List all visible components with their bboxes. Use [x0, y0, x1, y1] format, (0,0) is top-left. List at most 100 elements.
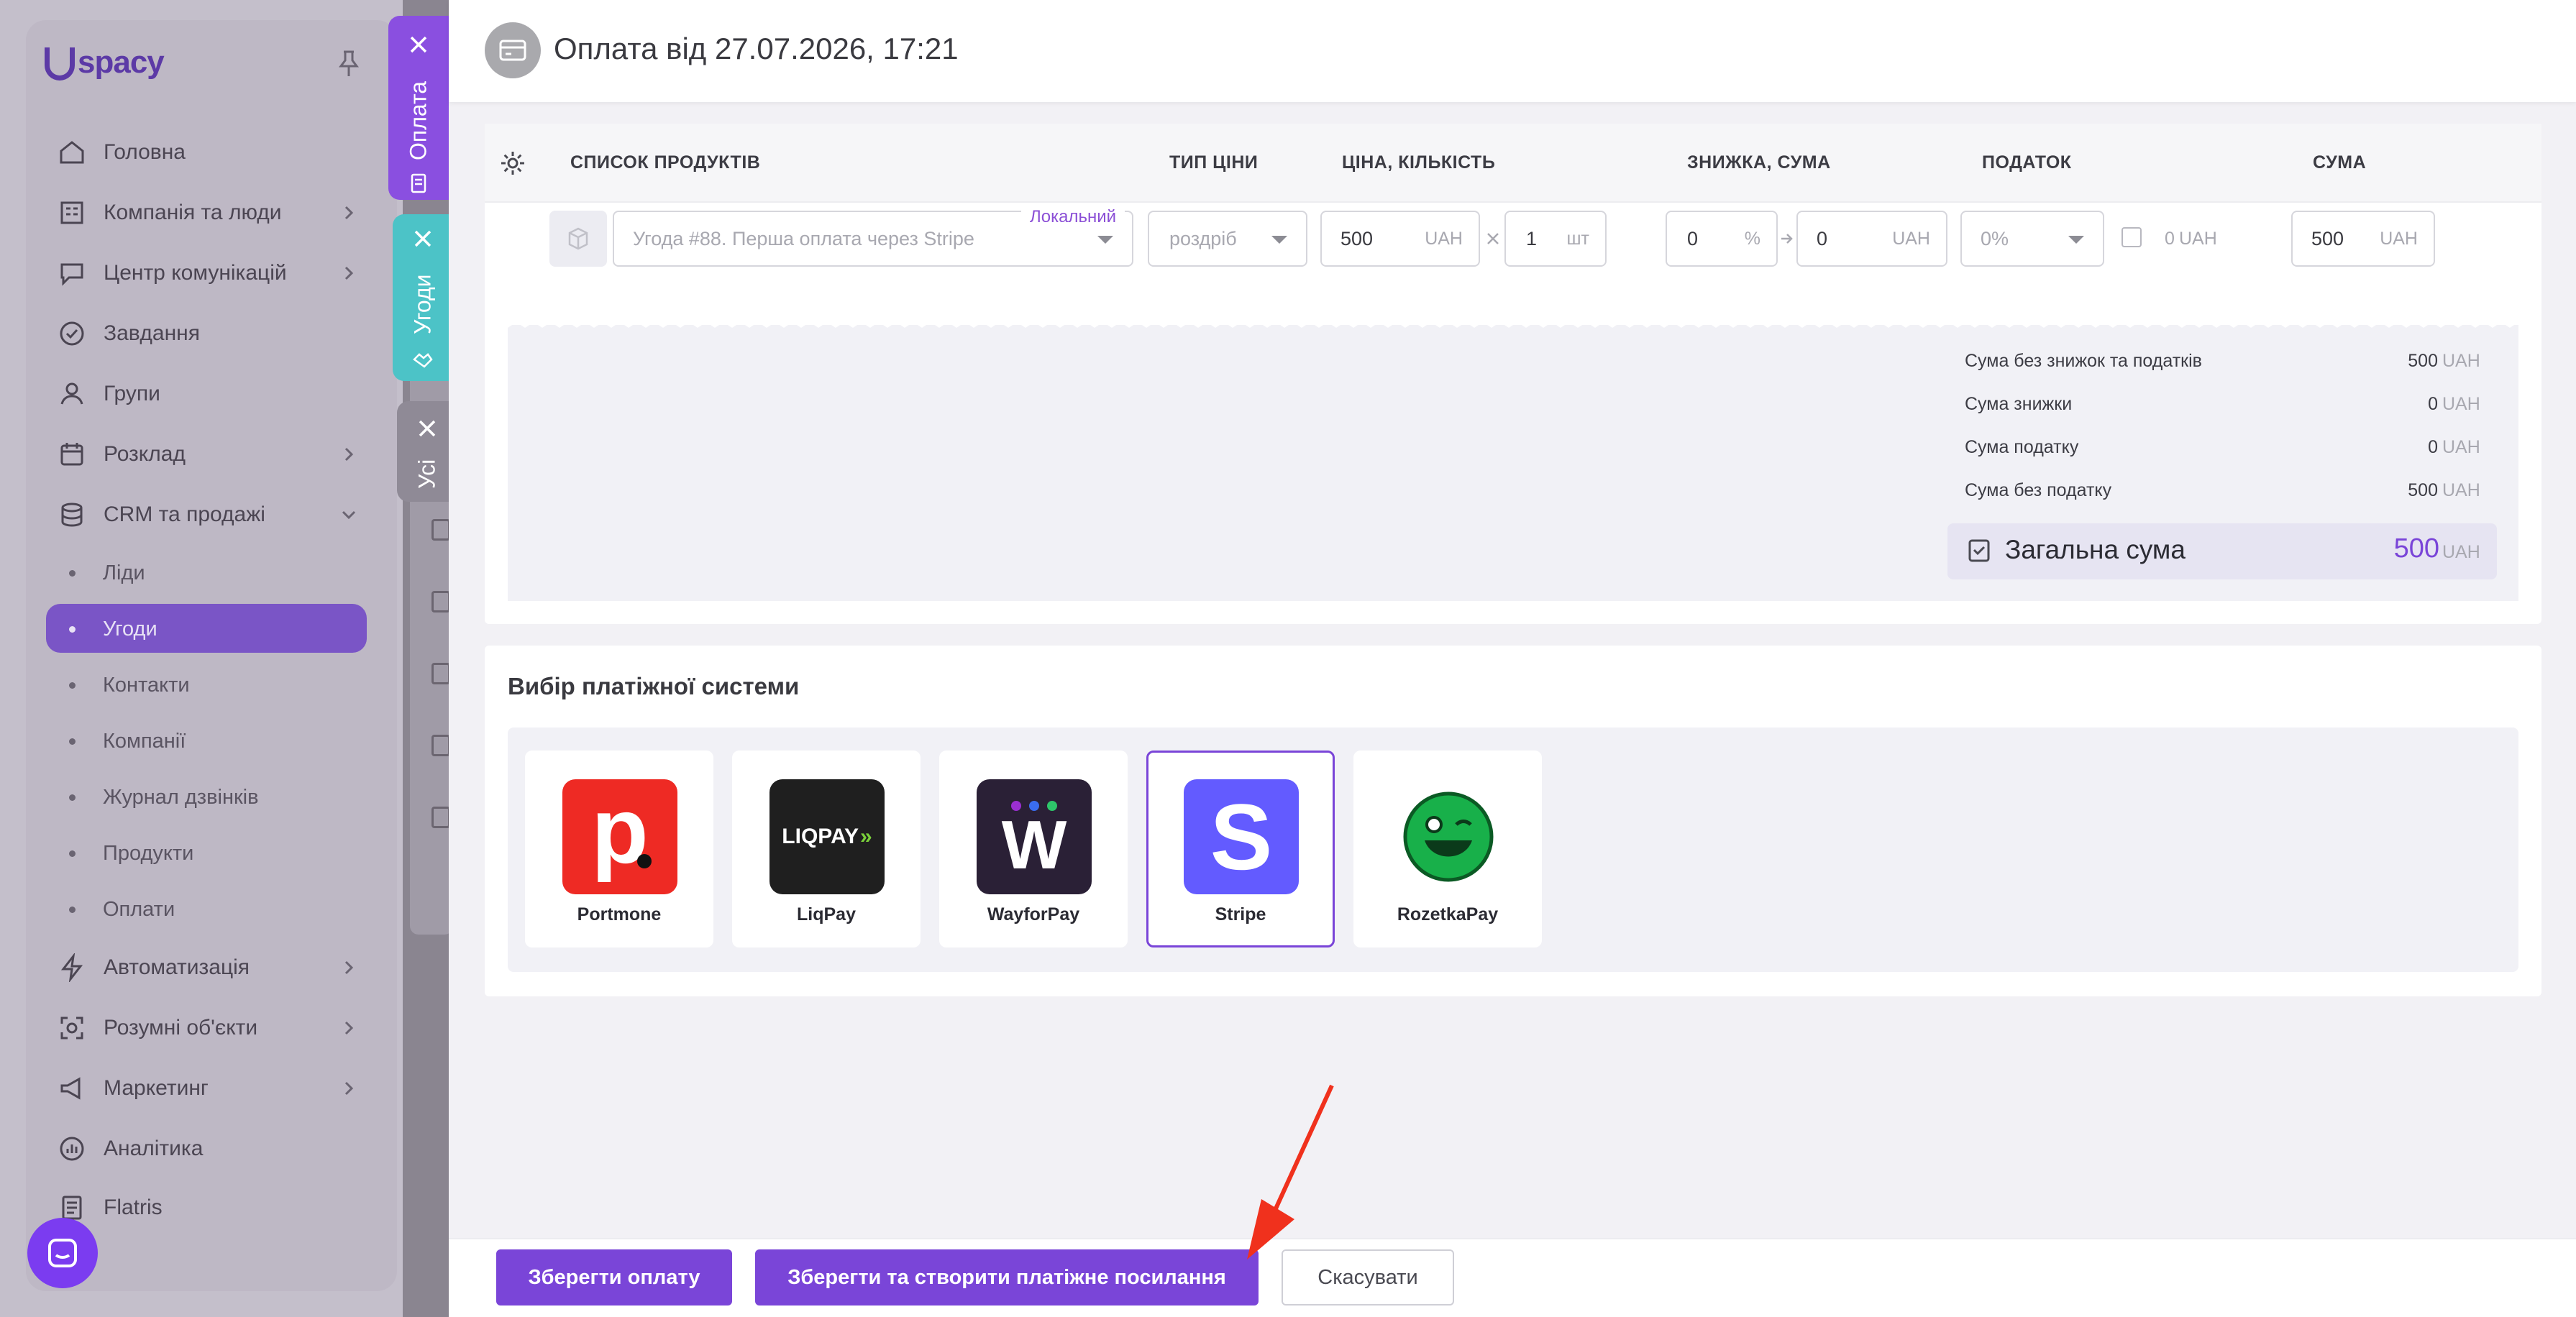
gear-icon[interactable] [499, 150, 526, 177]
total-value: 500 [2393, 533, 2439, 564]
summary-unit: UAH [2442, 394, 2480, 414]
lightning-icon [56, 952, 88, 983]
payment-option-rozetkapay[interactable]: RozetkaPay [1353, 751, 1542, 947]
chevron-down-icon [2068, 236, 2084, 244]
logo-text: spacy [78, 45, 165, 80]
support-chat-button[interactable] [27, 1218, 98, 1288]
close-icon[interactable] [410, 226, 436, 252]
box-icon [568, 227, 588, 250]
summary-label: Сума без знижок та податків [1965, 351, 2202, 371]
wayforpay-logo: W [977, 779, 1092, 894]
tab-payment[interactable]: Оплата [388, 16, 449, 200]
sub-item-deals[interactable]: Угоди [69, 611, 157, 647]
chart-icon [56, 1133, 88, 1165]
save-and-create-link-button[interactable]: Зберегти та створити платіжне посилання [755, 1249, 1259, 1305]
summary-value: 500 [2408, 351, 2438, 371]
payment-name: Portmone [577, 904, 662, 924]
summary-label: Сума податку [1965, 437, 2079, 457]
document-icon [411, 173, 426, 193]
pin-icon[interactable] [338, 49, 360, 78]
tax-value: 0% [1981, 227, 2009, 249]
sub-item-call-log[interactable]: Журнал дзвінків [69, 779, 259, 815]
sub-label: Продукти [103, 841, 194, 865]
tax-included-checkbox[interactable] [2121, 227, 2142, 247]
close-icon[interactable] [414, 416, 440, 441]
payment-option-stripe[interactable]: S Stripe [1146, 751, 1335, 947]
chevron-right-icon [344, 206, 354, 220]
portmone-logo: p [562, 779, 677, 894]
close-icon[interactable] [406, 32, 431, 58]
calendar-icon [56, 439, 88, 470]
nav-marketing[interactable]: Маркетинг [56, 1068, 354, 1109]
nav-smart-objects[interactable]: Розумні об'єкти [56, 1008, 354, 1048]
nav-label: Розклад [104, 442, 186, 466]
discount-percent-input[interactable]: 0 % [1666, 211, 1778, 267]
nav-groups[interactable]: Групи [56, 374, 160, 414]
app-logo[interactable]: spacy [45, 45, 165, 81]
sub-item-companies[interactable]: Компанії [69, 723, 186, 759]
chat-edit-icon [56, 257, 88, 289]
sub-item-payments[interactable]: Оплати [69, 891, 175, 927]
summary-unit: UAH [2442, 437, 2480, 457]
tax-select[interactable]: 0% [1960, 211, 2104, 267]
nav-crm[interactable]: CRM та продажі [56, 495, 356, 535]
home-icon [56, 137, 88, 168]
sub-label: Оплати [103, 897, 175, 921]
tab-deals[interactable]: Угоди [393, 214, 453, 381]
nav-label: Автоматизація [104, 955, 250, 979]
sum-value: 500 [2311, 227, 2344, 249]
price-type-value: роздріб [1169, 227, 1237, 249]
smiley-icon [1403, 791, 1494, 882]
product-select-value: Угода #88. Перша оплата через Stripe [633, 227, 974, 249]
row-checkbox [431, 807, 450, 828]
payment-name: WayforPay [987, 904, 1080, 924]
summary-label: Сума знижки [1965, 394, 2073, 414]
col-header-price-qty: ЦІНА, КІЛЬКІСТЬ [1342, 152, 1496, 173]
tax-sum-value: 0 [2165, 229, 2175, 249]
annotation-arrow [1247, 1084, 1334, 1259]
nav-analytics[interactable]: Аналітика [56, 1129, 203, 1169]
liqpay-logo: LIQPAY » [769, 779, 885, 894]
sub-label: Угоди [103, 617, 157, 641]
summary-unit: UAH [2442, 351, 2480, 371]
total-label: Загальна сума [2005, 535, 2186, 564]
price-input[interactable]: 500 UAH [1320, 211, 1480, 267]
sub-item-contacts[interactable]: Контакти [69, 667, 190, 703]
tax-sum-unit: UAH [2179, 229, 2217, 249]
stripe-logo: S [1184, 779, 1299, 894]
payment-option-liqpay[interactable]: LIQPAY » LiqPay [732, 751, 921, 947]
sub-label: Ліди [103, 561, 145, 584]
sub-label: Компанії [103, 729, 186, 753]
payment-option-portmone[interactable]: p Portmone [525, 751, 713, 947]
payment-option-wayforpay[interactable]: W WayforPay [939, 751, 1128, 947]
payment-name: RozetkaPay [1397, 904, 1499, 924]
nav-tasks[interactable]: Завдання [56, 313, 200, 354]
nav-company[interactable]: Компанія та люди [56, 193, 354, 233]
nav-label: Аналітика [104, 1137, 204, 1160]
wayforpay-logo-text: W [1001, 807, 1067, 884]
chevron-right-icon [344, 266, 354, 280]
save-payment-button[interactable]: Зберегти оплату [496, 1249, 732, 1305]
col-header-sum: СУМА [2313, 152, 2367, 173]
discount-sum-input[interactable]: 0 UAH [1796, 211, 1947, 267]
sum-input[interactable]: 500 UAH [2291, 211, 2435, 267]
nav-communications[interactable]: Центр комунікацій [56, 253, 354, 293]
summary-value: 0 [2428, 437, 2438, 457]
row-checkbox [431, 591, 450, 612]
payment-systems-title: Вибір платіжної системи [508, 673, 800, 699]
receipt-check-icon [1968, 539, 1990, 562]
nav-schedule[interactable]: Розклад [56, 434, 354, 474]
sub-item-products[interactable]: Продукти [69, 835, 193, 871]
nav-label: Компанія та люди [104, 201, 282, 224]
nav-label: Маркетинг [104, 1076, 209, 1100]
user-icon [56, 378, 88, 410]
price-type-select[interactable]: роздріб [1148, 211, 1307, 267]
scan-icon [56, 1012, 88, 1044]
tab-label: Оплата [405, 81, 431, 161]
nav-automation[interactable]: Автоматизація [56, 947, 354, 988]
quantity-input[interactable]: 1 шт [1504, 211, 1607, 267]
nav-home[interactable]: Головна [56, 132, 186, 173]
chevron-right-icon [344, 447, 354, 462]
chevron-right-icon [344, 1081, 354, 1096]
sub-item-leads[interactable]: Ліди [69, 555, 145, 591]
